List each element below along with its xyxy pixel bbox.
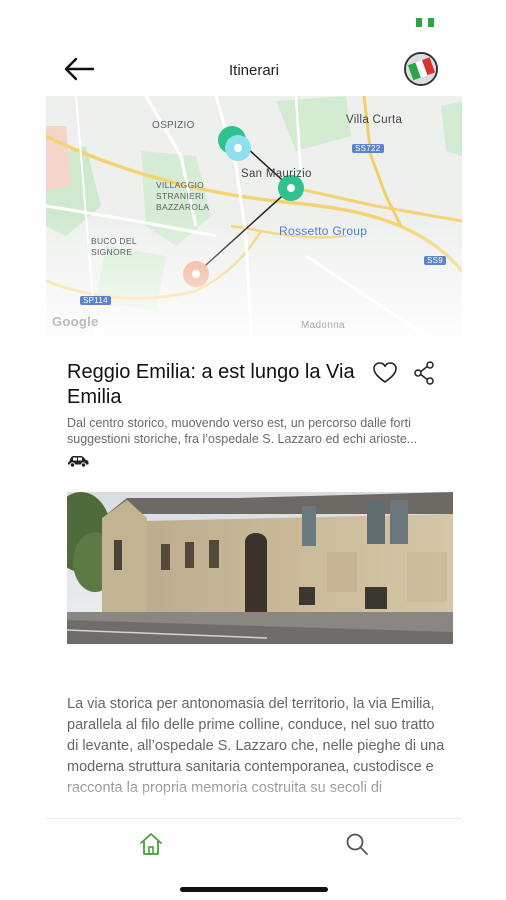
route-map[interactable]: OSPIZIO Villa Curta SS722 San Maurizio V… [46,96,462,336]
tab-search[interactable] [344,831,370,857]
map-label: SIGNORE [91,247,133,257]
map-label: SS722 [352,144,384,153]
top-bar: Itinerari [46,44,462,96]
heart-icon [373,362,397,383]
status-flag-icon [416,18,434,27]
app-screen: Itinerari OSPIZIO Villa Curta SS722 San … [46,0,462,900]
home-icon [140,833,162,855]
map-label: STRANIERI [156,191,205,201]
page-title: Itinerari [228,62,280,79]
map-label: BUCO DEL [91,236,137,246]
map-fade [46,216,462,336]
car-icon [67,454,89,468]
search-icon [346,833,368,855]
map-label: Rossetto Group [279,224,368,238]
map-label: OSPIZIO [152,120,195,131]
map-label: Villa Curta [346,114,403,126]
tab-home[interactable] [138,831,164,857]
bottom-tab-bar [46,818,462,900]
share-icon [414,361,434,385]
text-fade [46,770,462,818]
map-label: SP114 [80,296,111,305]
favorite-button[interactable] [372,360,398,386]
itinerary-subtitle: Dal centro storico, muovendo verso est, … [67,416,418,446]
italian-flag-icon [406,54,436,84]
share-button[interactable] [412,360,436,386]
google-logo: Google [52,314,99,329]
map-label: San Maurizio [241,168,312,180]
itinerary-photo [67,492,453,644]
map-label: BAZZAROLA [156,202,210,212]
map-label: VILLAGGIO [156,180,205,190]
map-label: SS9 [424,256,447,265]
map-label: Madonna [301,320,345,331]
home-indicator [180,887,328,892]
language-button[interactable] [404,52,438,86]
itinerary-title: Reggio Emilia: a est lungo la Via Emilia [67,361,355,408]
